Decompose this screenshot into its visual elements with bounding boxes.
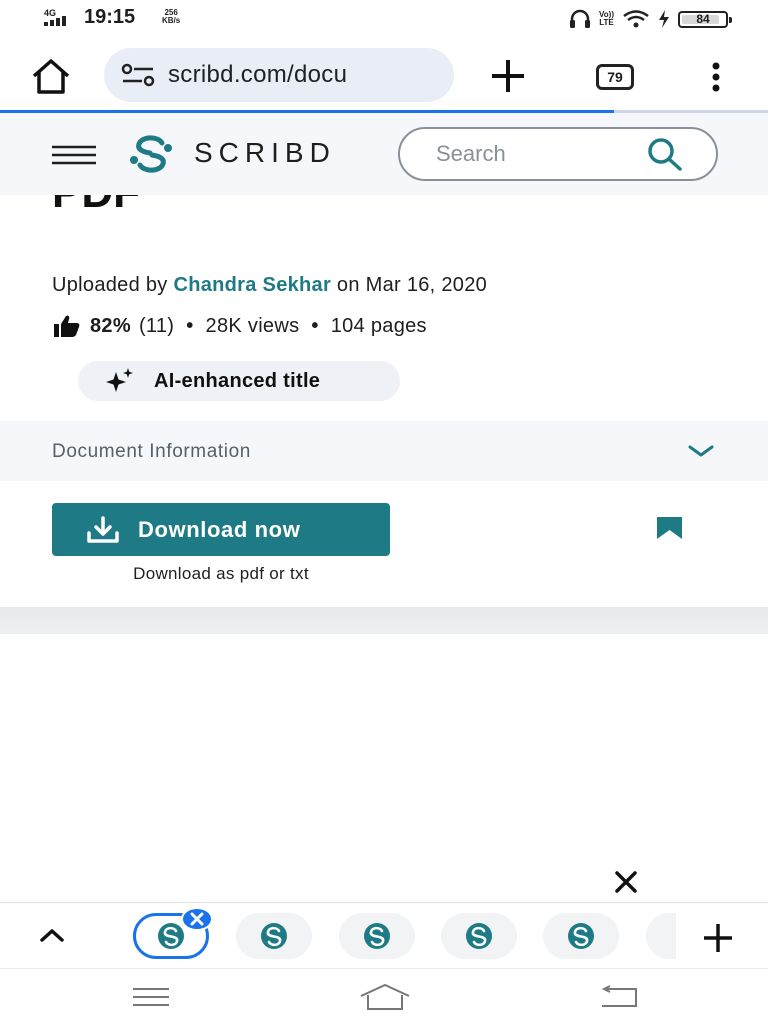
scribd-favicon-icon xyxy=(158,923,184,949)
rating-percent: 82% xyxy=(90,314,131,337)
tab-thumbnail[interactable] xyxy=(339,913,415,959)
more-vert-icon[interactable] xyxy=(704,62,728,92)
scribd-favicon-icon xyxy=(568,923,594,949)
browser-toolbar: scribd.com/docu 79 xyxy=(0,38,768,110)
hamburger-icon[interactable] xyxy=(52,144,96,166)
separator-dot: • xyxy=(186,314,194,337)
tab-thumbnail[interactable] xyxy=(441,913,517,959)
view-count: 28K views xyxy=(205,314,300,337)
chevron-down-icon[interactable] xyxy=(686,443,716,459)
sparkle-icon xyxy=(106,368,133,392)
clock: 19:15 xyxy=(84,6,136,28)
search-icon[interactable] xyxy=(644,134,684,174)
status-bar: 4G 19:15 256 KB/s Vo)) LTE 84 xyxy=(0,0,768,38)
recents-icon[interactable] xyxy=(132,987,170,1007)
separator-dot: • xyxy=(311,314,319,337)
home-icon[interactable] xyxy=(30,58,72,96)
document-preview xyxy=(3,634,768,864)
scribd-favicon-icon xyxy=(261,923,287,949)
address-bar[interactable]: scribd.com/docu xyxy=(104,48,454,102)
network-speed: 256 KB/s xyxy=(162,8,181,25)
wifi-icon xyxy=(623,10,649,28)
ai-badge-label: AI-enhanced title xyxy=(154,369,321,392)
plus-icon[interactable] xyxy=(700,920,736,956)
download-button-label: Download now xyxy=(138,516,301,542)
status-icons: Vo)) LTE 84 xyxy=(569,8,732,30)
thumbs-up-icon xyxy=(54,315,80,337)
document-information-label: Document Information xyxy=(52,441,251,462)
tab-thumbnail[interactable] xyxy=(543,913,619,959)
plus-icon[interactable] xyxy=(488,56,528,96)
document-information-toggle[interactable]: Document Information xyxy=(0,421,768,481)
url-text[interactable]: scribd.com/docu xyxy=(168,61,347,89)
section-divider xyxy=(0,607,768,634)
author-link[interactable]: Chandra Sekhar xyxy=(173,274,331,296)
chevron-up-icon[interactable] xyxy=(38,925,66,945)
brand-name[interactable]: SCRIBD xyxy=(194,137,336,169)
scribd-favicon-icon xyxy=(364,923,390,949)
site-settings-icon[interactable] xyxy=(120,60,156,90)
charging-icon xyxy=(659,10,669,28)
signal-icon xyxy=(44,16,66,26)
system-nav-bar xyxy=(0,968,768,1024)
tab-thumbnail-partial[interactable] xyxy=(646,913,676,959)
search-input[interactable]: Search xyxy=(398,127,718,181)
headphones-icon xyxy=(570,9,591,28)
tab-group-strip xyxy=(0,902,768,968)
scribd-favicon-icon xyxy=(466,923,492,949)
search-placeholder[interactable]: Search xyxy=(436,141,644,167)
close-icon[interactable] xyxy=(612,868,640,896)
page-count: 104 pages xyxy=(330,314,427,337)
document-stats: 82% (11) • 28K views • 104 pages xyxy=(52,313,427,339)
volte-indicator: Vo)) LTE xyxy=(599,10,614,27)
download-icon xyxy=(87,515,119,543)
battery-icon: 84 xyxy=(678,10,732,28)
rating-count: (11) xyxy=(138,314,175,337)
tab-thumbnail[interactable] xyxy=(236,913,312,959)
close-icon xyxy=(190,912,204,926)
site-header: SCRIBD Search xyxy=(0,113,768,195)
scribd-logo[interactable] xyxy=(128,135,174,173)
close-tab-button[interactable] xyxy=(181,907,213,931)
back-icon[interactable] xyxy=(598,985,640,1009)
upload-info: Uploaded by Chandra Sekhar on Mar 16, 20… xyxy=(52,274,488,296)
download-button[interactable]: Download now xyxy=(52,503,390,556)
download-format-note: Download as pdf or txt xyxy=(133,564,309,583)
tab-switcher-button[interactable]: 79 xyxy=(596,64,634,90)
ai-enhanced-badge[interactable]: AI-enhanced title xyxy=(78,361,400,401)
bookmark-icon[interactable] xyxy=(656,516,683,540)
nav-home-icon[interactable] xyxy=(358,983,412,1011)
